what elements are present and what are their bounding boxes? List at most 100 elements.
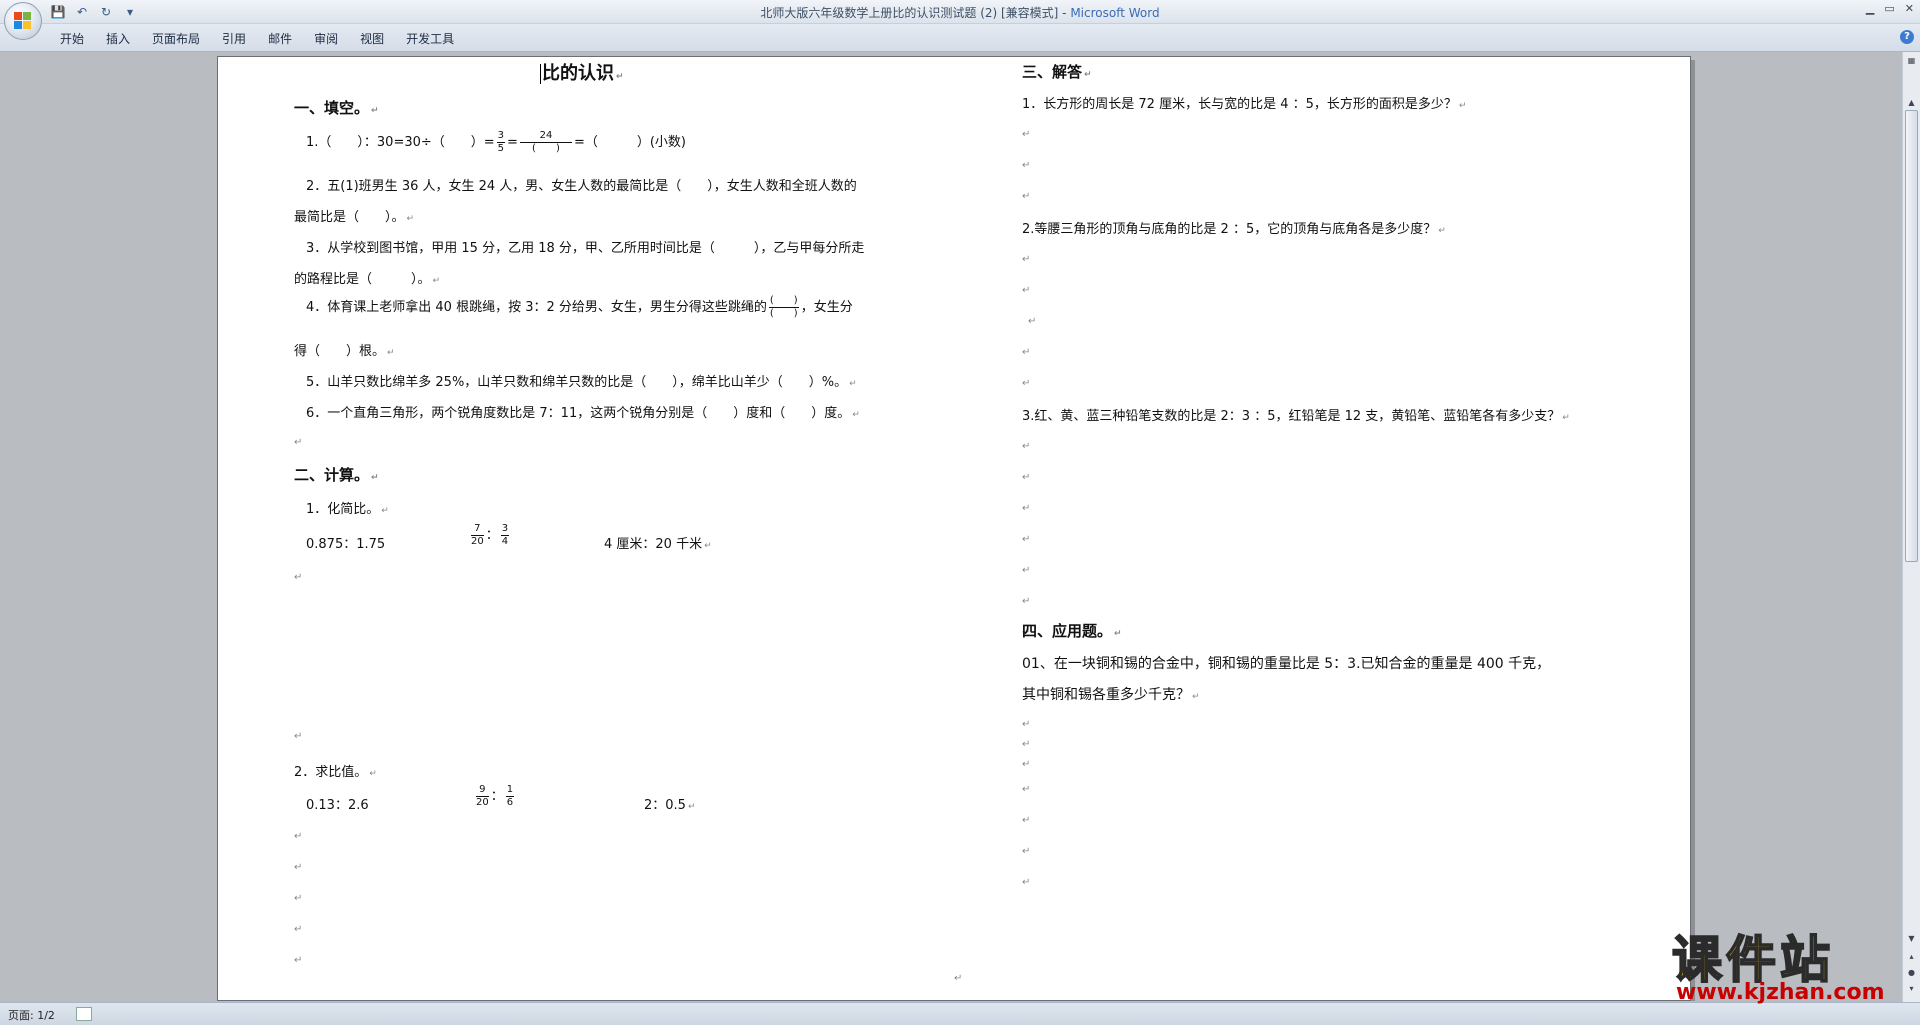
paragraph-mark: ↵ bbox=[1022, 129, 1031, 140]
paragraph-mark: ↵ bbox=[1022, 378, 1031, 389]
close-icon[interactable]: ✕ bbox=[1905, 2, 1914, 15]
help-icon[interactable]: ? bbox=[1900, 30, 1914, 44]
tab-page-layout[interactable]: 页面布局 bbox=[141, 30, 211, 48]
paragraph-mark: ↵ bbox=[1022, 719, 1031, 730]
text-cursor bbox=[540, 64, 541, 84]
paragraph-mark: ↵ bbox=[294, 924, 303, 935]
calc-item-a: 0.875：1.75 bbox=[306, 537, 386, 552]
office-button[interactable] bbox=[4, 2, 42, 40]
ribbon-tabs: 开始 插入 页面布局 引用 邮件 审阅 视图 开发工具 bbox=[60, 30, 465, 48]
paragraph-mark: ↵ bbox=[294, 862, 303, 873]
ratio-item-a: 0.13：2.6 bbox=[306, 798, 369, 813]
paragraph-mark: ↵ bbox=[1022, 472, 1031, 483]
section4-heading: 四、应用题。 ↵ bbox=[1022, 622, 1122, 640]
paragraph-mark: ↵ bbox=[294, 437, 303, 448]
ratio-item-c: 2：0.5 ↵ bbox=[644, 798, 696, 813]
application-question-1-line2: 其中铜和锡各重多少千克？ ↵ bbox=[1022, 687, 1200, 703]
ratio-item-b: 9 20： 1 6 bbox=[476, 784, 515, 808]
paragraph-mark: ↵ bbox=[1022, 565, 1031, 576]
scroll-down-icon[interactable]: ▼ bbox=[1905, 932, 1918, 945]
previous-page-icon[interactable]: ▴ bbox=[1905, 950, 1918, 963]
paragraph-mark: ↵ bbox=[1022, 160, 1031, 171]
fraction: 35 bbox=[496, 130, 506, 154]
paragraph-mark: ↵ bbox=[1022, 254, 1031, 265]
tab-developer[interactable]: 开发工具 bbox=[395, 30, 465, 48]
question-2-line1: 2．五(1)班男生 36 人，女生 24 人，男、女生人数的最简比是（ ），女生… bbox=[306, 179, 857, 194]
paragraph-mark: ↵ bbox=[294, 731, 303, 742]
question-1: 1.（ ）：30=30÷（ ）= 3 5 = 24( ) =（ ）(小数) bbox=[306, 130, 686, 155]
question-4-line2: 得（ ）根。 ↵ bbox=[294, 344, 395, 359]
select-browse-object-icon[interactable]: ● bbox=[1905, 966, 1918, 979]
solve-question-1: 1．长方形的周长是 72 厘米，长与宽的比是 4 ：5，长方形的面积是多少？ ↵ bbox=[1022, 97, 1467, 112]
section3-heading: 三、解答 ↵ bbox=[1022, 63, 1092, 81]
fraction: 34 bbox=[500, 523, 510, 547]
paragraph-mark: ↵ bbox=[1022, 877, 1031, 888]
paragraph-mark: ↵ bbox=[1028, 316, 1037, 327]
paragraph-mark: ↵ bbox=[1022, 347, 1031, 358]
vertical-scrollbar[interactable]: ▦ ▲ ▼ ▴ ● ▾ bbox=[1902, 52, 1920, 1002]
paragraph-mark: ↵ bbox=[294, 572, 303, 583]
paragraph-mark: ↵ bbox=[954, 973, 963, 984]
watermark-url: www.kjzhan.com bbox=[1676, 980, 1885, 1005]
tab-insert[interactable]: 插入 bbox=[95, 30, 141, 48]
document-title: 比的认识 ↵ bbox=[540, 63, 624, 84]
tab-references[interactable]: 引用 bbox=[211, 30, 257, 48]
office-logo-icon bbox=[14, 12, 32, 30]
proofing-icon[interactable] bbox=[76, 1007, 92, 1021]
paragraph-mark: ↵ bbox=[1022, 285, 1031, 296]
paragraph-mark: ↵ bbox=[1022, 534, 1031, 545]
fraction: ( )( ) bbox=[768, 295, 799, 319]
solve-question-3: 3.红、黄、蓝三种铅笔支数的比是 2：3 ：5，红铅笔是 12 支，黄铅笔、蓝铅… bbox=[1022, 409, 1570, 424]
scroll-up-icon[interactable]: ▲ bbox=[1905, 96, 1918, 109]
calc-sub2: 2．求比值。 ↵ bbox=[294, 765, 377, 780]
question-3-line2: 的路程比是（ ）。 ↵ bbox=[294, 272, 441, 287]
watermark-logo: 课件站 www.kjzhan.com bbox=[1671, 920, 1902, 1006]
tab-mailings[interactable]: 邮件 bbox=[257, 30, 303, 48]
next-page-icon[interactable]: ▾ bbox=[1905, 982, 1918, 995]
question-6: 6．一个直角三角形，两个锐角度数比是 7：11，这两个锐角分别是（ ）度和（ ）… bbox=[306, 406, 860, 421]
calc-item-c: 4 厘米：20 千米 ↵ bbox=[604, 537, 712, 552]
paragraph-mark: ↵ bbox=[1022, 815, 1031, 826]
paragraph-mark: ↵ bbox=[1022, 739, 1031, 750]
document-page[interactable]: 比的认识 ↵ 一、填空。 ↵ 1.（ ）：30=30÷（ ）= 3 5 = 24( ) =（ … bbox=[217, 56, 1691, 1001]
question-3-line1: 3．从学校到图书馆，甲用 15 分，乙用 18 分，甲、乙所用时间比是（ ），乙… bbox=[306, 241, 865, 256]
fraction: 9 20 bbox=[476, 784, 489, 808]
paragraph-mark: ↵ bbox=[294, 831, 303, 842]
document-area: 比的认识 ↵ 一、填空。 ↵ 1.（ ）：30=30÷（ ）= 3 5 = 24( ) =（ … bbox=[0, 52, 1902, 1002]
window-controls: ▁ ▭ ✕ bbox=[1866, 2, 1914, 15]
page-shadow bbox=[1691, 60, 1695, 1001]
question-4-line1: 4．体育课上老师拿出 40 根跳绳，按 3：2 分给男、女生，男生分得这些跳绳的… bbox=[306, 295, 853, 319]
paragraph-mark: ↵ bbox=[1022, 503, 1031, 514]
paragraph-mark: ↵ bbox=[1022, 846, 1031, 857]
paragraph-mark: ↵ bbox=[1022, 759, 1031, 770]
application-question-1-line1: 01、在一块铜和锡的合金中，铜和锡的重量比是 5：3.已知合金的重量是 400 … bbox=[1022, 656, 1551, 672]
solve-question-2: 2.等腰三角形的顶角与底角的比是 2 ：5，它的顶角与底角各是多少度？ ↵ bbox=[1022, 222, 1446, 237]
title-bar: 💾 ↶ ↻ ▾ 北师大版六年级数学上册比的认识测试题 (2) [兼容模式] - … bbox=[0, 0, 1920, 40]
tab-review[interactable]: 审阅 bbox=[303, 30, 349, 48]
paragraph-mark: ↵ bbox=[1022, 191, 1031, 202]
calc-item-b: 7 20： 3 4 bbox=[471, 523, 510, 547]
document-name: 北师大版六年级数学上册比的认识测试题 (2) [兼容模式] - bbox=[760, 6, 1071, 20]
fraction: 7 20 bbox=[471, 523, 484, 547]
minimize-icon[interactable]: ▁ bbox=[1866, 2, 1874, 15]
question-2-line2: 最简比是（ ）。 ↵ bbox=[294, 210, 415, 225]
status-bar: 页面: 1/2 bbox=[0, 1002, 1920, 1025]
page-count[interactable]: 页面: 1/2 bbox=[8, 1007, 55, 1023]
tab-home[interactable]: 开始 bbox=[60, 30, 95, 48]
ribbon: 开始 插入 页面布局 引用 邮件 审阅 视图 开发工具 ? bbox=[0, 24, 1920, 52]
ruler-toggle-icon[interactable]: ▦ bbox=[1905, 54, 1918, 67]
paragraph-mark: ↵ bbox=[1022, 441, 1031, 452]
fraction: 16 bbox=[505, 784, 515, 808]
app-name: Microsoft Word bbox=[1070, 6, 1160, 20]
calc-sub1: 1．化简比。 ↵ bbox=[306, 502, 389, 517]
window-title: 北师大版六年级数学上册比的认识测试题 (2) [兼容模式] - Microsof… bbox=[0, 4, 1920, 21]
scroll-thumb[interactable] bbox=[1905, 110, 1918, 562]
tab-view[interactable]: 视图 bbox=[349, 30, 395, 48]
paragraph-mark: ↵ bbox=[1022, 596, 1031, 607]
question-5: 5．山羊只数比绵羊多 25%，山羊只数和绵羊只数的比是（ ），绵羊比山羊少（ ）… bbox=[306, 375, 857, 390]
paragraph-mark: ↵ bbox=[1022, 784, 1031, 795]
section2-heading: 二、计算。 ↵ bbox=[294, 466, 379, 484]
fraction: 24( ) bbox=[519, 130, 572, 155]
maximize-icon[interactable]: ▭ bbox=[1884, 2, 1894, 15]
paragraph-mark: ↵ bbox=[294, 955, 303, 966]
